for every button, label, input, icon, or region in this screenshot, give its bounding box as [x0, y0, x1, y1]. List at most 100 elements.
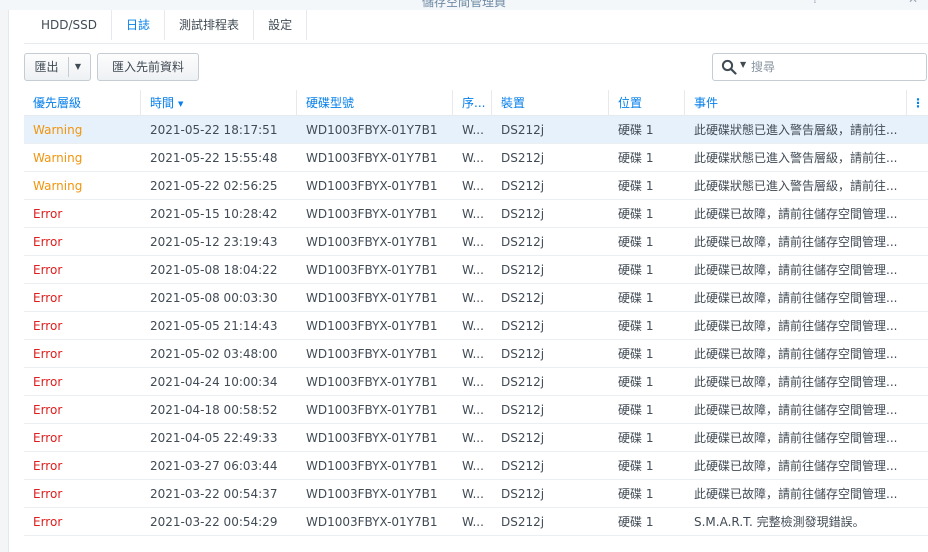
- disk-model-cell: WD1003FBYX-01Y7B1: [306, 151, 438, 165]
- event-cell: 此硬碟已故障，請前往儲存空間管理...: [694, 431, 898, 445]
- chevron-down-icon[interactable]: ▼: [72, 54, 84, 80]
- column-header-event[interactable]: 事件: [685, 90, 907, 116]
- table-row[interactable]: Warning 2021-05-22 02:56:25 WD1003FBYX-01Y…: [24, 172, 928, 200]
- serial-cell: W...: [462, 179, 484, 193]
- column-header-time[interactable]: 時間 ▼: [141, 90, 297, 116]
- disk-model-cell: WD1003FBYX-01Y7B1: [306, 487, 438, 501]
- table-row[interactable]: Error 2021-03-22 00:54:37 WD1003FBYX-01Y7B…: [24, 480, 928, 508]
- device-cell: DS212j: [501, 375, 545, 389]
- disk-model-cell: WD1003FBYX-01Y7B1: [306, 123, 438, 137]
- event-cell: 此硬碟已故障，請前往儲存空間管理...: [694, 291, 898, 305]
- close-icon[interactable]: ✕: [908, 0, 918, 6]
- device-cell: DS212j: [501, 459, 545, 473]
- serial-cell: W...: [462, 459, 484, 473]
- table-row[interactable]: Error 2021-05-08 18:04:22 WD1003FBYX-01Y7B…: [24, 256, 928, 284]
- disk-model-cell: WD1003FBYX-01Y7B1: [306, 375, 438, 389]
- priority-cell: Error: [33, 459, 63, 473]
- serial-cell: W...: [462, 431, 484, 445]
- column-header-label: 優先層級: [33, 96, 82, 110]
- location-cell: 硬碟 1: [618, 515, 654, 529]
- serial-cell: W...: [462, 347, 484, 361]
- event-cell: 此硬碟已故障，請前往儲存空間管理...: [694, 263, 898, 277]
- table-row[interactable]: Warning 2021-05-22 18:17:51 WD1003FBYX-01Y…: [24, 116, 928, 144]
- search-icon[interactable]: [721, 59, 737, 75]
- table-row[interactable]: Error 2021-05-12 23:19:43 WD1003FBYX-01Y7B…: [24, 228, 928, 256]
- disk-model-cell: WD1003FBYX-01Y7B1: [306, 291, 438, 305]
- device-cell: DS212j: [501, 487, 545, 501]
- serial-cell: W...: [462, 235, 484, 249]
- table-row[interactable]: Error 2021-05-08 00:03:30 WD1003FBYX-01Y7B…: [24, 284, 928, 312]
- device-cell: DS212j: [501, 291, 545, 305]
- table-header: 優先層級 時間 ▼ 硬碟型號 序... 裝置 位置 事件 ⋮: [24, 90, 928, 116]
- column-header-label: 事件: [694, 96, 719, 110]
- disk-model-cell: WD1003FBYX-01Y7B1: [306, 515, 438, 529]
- table-row[interactable]: Error 2021-05-15 10:28:42 WD1003FBYX-01Y7B…: [24, 200, 928, 228]
- time-cell: 2021-05-08 18:04:22: [150, 263, 278, 277]
- storage-manager-window: 儲存空間管理員 ? — ✕ HDD/SSD 日誌 測試排程表 設定 匯出 ▼ 匯…: [0, 0, 928, 552]
- time-cell: 2021-05-22 18:17:51: [150, 123, 278, 137]
- column-header-label: 硬碟型號: [306, 96, 355, 110]
- column-header-serial[interactable]: 序...: [453, 90, 492, 116]
- minimize-icon[interactable]: —: [876, 0, 888, 6]
- priority-cell: Warning: [33, 123, 83, 137]
- table-row[interactable]: Error 2021-04-18 00:58:52 WD1003FBYX-01Y7B…: [24, 396, 928, 424]
- serial-cell: W...: [462, 487, 484, 501]
- time-cell: 2021-03-27 06:03:44: [150, 459, 278, 473]
- priority-cell: Error: [33, 235, 63, 249]
- export-button[interactable]: 匯出 ▼: [24, 53, 91, 81]
- disk-model-cell: WD1003FBYX-01Y7B1: [306, 403, 438, 417]
- device-cell: DS212j: [501, 515, 545, 529]
- location-cell: 硬碟 1: [618, 235, 654, 249]
- location-cell: 硬碟 1: [618, 403, 654, 417]
- serial-cell: W...: [462, 263, 484, 277]
- serial-cell: W...: [462, 403, 484, 417]
- table-row[interactable]: Error 2021-03-27 06:03:44 WD1003FBYX-01Y7B…: [24, 452, 928, 480]
- export-button-label: 匯出: [34, 60, 59, 74]
- time-cell: 2021-04-24 10:00:34: [150, 375, 278, 389]
- priority-cell: Error: [33, 263, 63, 277]
- search-input[interactable]: [751, 58, 921, 76]
- event-cell: 此硬碟已故障，請前往儲存空間管理...: [694, 319, 898, 333]
- tab-hdd-ssd[interactable]: HDD/SSD: [24, 10, 113, 40]
- time-cell: 2021-04-05 22:49:33: [150, 431, 278, 445]
- table-row[interactable]: Error 2021-03-22 00:54:29 WD1003FBYX-01Y7B…: [24, 508, 928, 536]
- log-table: 優先層級 時間 ▼ 硬碟型號 序... 裝置 位置 事件 ⋮ Warning 202…: [24, 90, 928, 536]
- device-cell: DS212j: [501, 403, 545, 417]
- priority-cell: Error: [33, 487, 63, 501]
- time-cell: 2021-05-22 02:56:25: [150, 179, 278, 193]
- location-cell: 硬碟 1: [618, 459, 654, 473]
- time-cell: 2021-05-08 00:03:30: [150, 291, 278, 305]
- time-cell: 2021-05-12 23:19:43: [150, 235, 278, 249]
- column-header-label: 位置: [618, 96, 643, 110]
- search-box[interactable]: ▼: [712, 53, 927, 81]
- window-left-frame: [0, 10, 9, 552]
- search-filter-dropdown-icon[interactable]: ▼: [740, 60, 746, 69]
- help-icon[interactable]: ?: [812, 0, 818, 6]
- tab-test-schedule[interactable]: 測試排程表: [165, 10, 255, 40]
- column-header-device[interactable]: 裝置: [492, 90, 609, 116]
- time-cell: 2021-05-02 03:48:00: [150, 347, 278, 361]
- table-row[interactable]: Error 2021-05-02 03:48:00 WD1003FBYX-01Y7B…: [24, 340, 928, 368]
- table-row[interactable]: Error 2021-04-05 22:49:33 WD1003FBYX-01Y7B…: [24, 424, 928, 452]
- table-row[interactable]: Error 2021-05-05 21:14:43 WD1003FBYX-01Y7B…: [24, 312, 928, 340]
- location-cell: 硬碟 1: [618, 487, 654, 501]
- column-header-location[interactable]: 位置: [609, 90, 685, 116]
- location-cell: 硬碟 1: [618, 291, 654, 305]
- disk-model-cell: WD1003FBYX-01Y7B1: [306, 459, 438, 473]
- tab-settings[interactable]: 設定: [254, 10, 308, 40]
- import-previous-data-button[interactable]: 匯入先前資料: [97, 53, 199, 81]
- location-cell: 硬碟 1: [618, 347, 654, 361]
- event-cell: 此硬碟已故障，請前往儲存空間管理...: [694, 487, 898, 501]
- column-header-disk-model[interactable]: 硬碟型號: [297, 90, 453, 116]
- disk-model-cell: WD1003FBYX-01Y7B1: [306, 347, 438, 361]
- time-cell: 2021-03-22 00:54:37: [150, 487, 278, 501]
- column-menu-icon[interactable]: ⋮: [908, 90, 928, 116]
- tab-log[interactable]: 日誌: [112, 10, 166, 40]
- table-row[interactable]: Warning 2021-05-22 15:55:48 WD1003FBYX-01Y…: [24, 144, 928, 172]
- table-row[interactable]: Error 2021-04-24 10:00:34 WD1003FBYX-01Y7B…: [24, 368, 928, 396]
- column-header-label: 時間: [150, 96, 175, 110]
- disk-model-cell: WD1003FBYX-01Y7B1: [306, 235, 438, 249]
- device-cell: DS212j: [501, 431, 545, 445]
- device-cell: DS212j: [501, 235, 545, 249]
- column-header-priority[interactable]: 優先層級: [24, 90, 141, 116]
